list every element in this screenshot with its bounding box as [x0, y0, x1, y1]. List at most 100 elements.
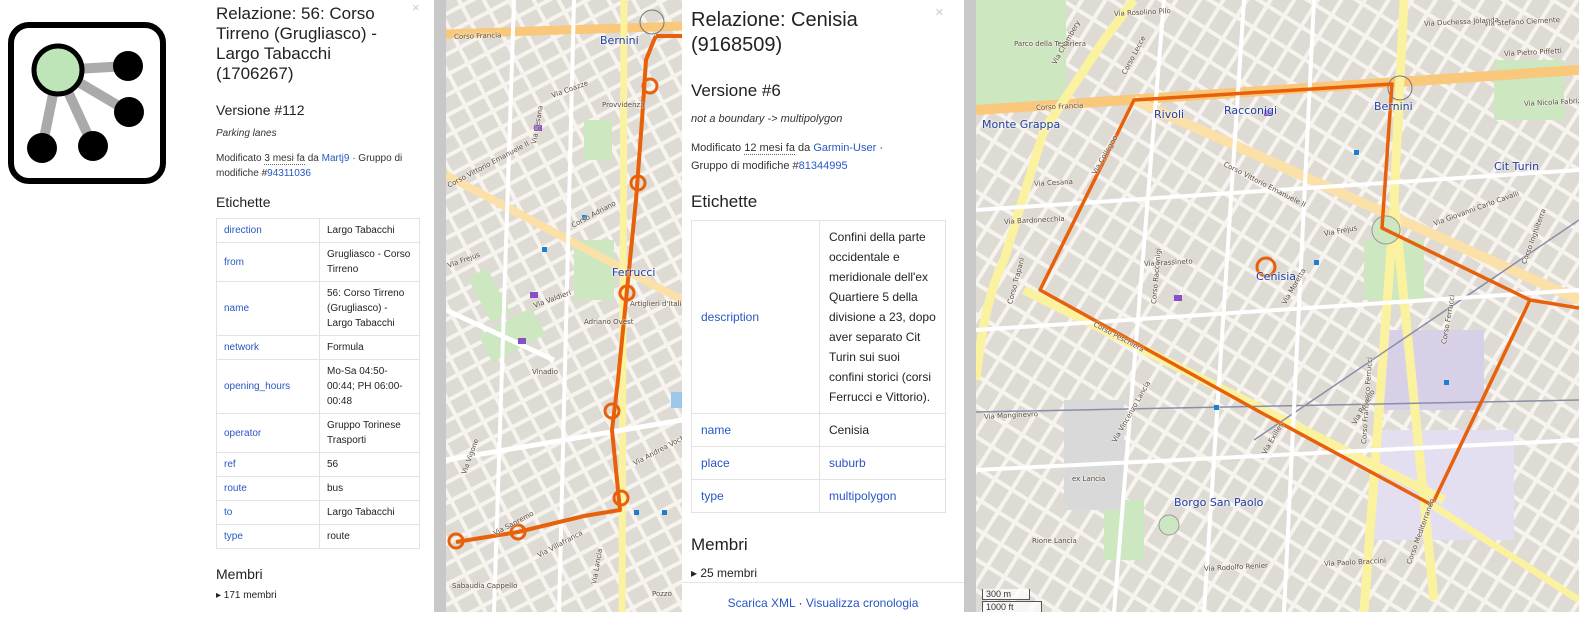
map-scrollbar[interactable]	[964, 0, 976, 612]
tag-key-link[interactable]: name	[691, 413, 820, 447]
version-heading: Versione #112	[216, 102, 305, 118]
changeset-comment: not a boundary -> multipolygon	[691, 113, 843, 125]
tag-value: Largo Tabacchi	[319, 500, 420, 525]
tag-row: description Confini della parte occidenta…	[691, 220, 946, 414]
map-label: Rione Lancia	[1032, 537, 1077, 545]
tag-value: Confini della parte occidentale e meridi…	[819, 220, 946, 414]
map-label: Racconigi	[1224, 104, 1278, 117]
map-scale-feet: 1000 ft	[982, 601, 1042, 612]
changeset-link[interactable]: 94311036	[267, 168, 311, 179]
map-label: Cenisia	[1256, 270, 1297, 283]
tag-row: operator Gruppo Torinese Trasporti	[216, 413, 420, 453]
tag-row: from Grugliasco - Corso Tirreno	[216, 242, 420, 282]
map-view-cenisia[interactable]: Corso Francia Rivoli Racconigi Bernini Monte…	[964, 0, 1579, 612]
members-heading: Membri	[216, 566, 263, 582]
map-scale-meters: 300 m	[982, 589, 1030, 600]
openstreetmap-relation-logo-icon	[8, 22, 166, 184]
tag-value-link[interactable]: route	[319, 524, 420, 549]
tags-table: direction Largo Tabacchi from Grugliasco - …	[216, 218, 420, 549]
map-label: Artiglieri d'Italia	[630, 300, 682, 308]
close-panel-button[interactable]: ×	[412, 0, 420, 15]
modified-prefix: Modificato	[216, 153, 265, 164]
user-link[interactable]: Martj9	[322, 153, 350, 164]
map-label: Borgo San Paolo	[1174, 496, 1264, 509]
map-label: Parco della Tesoriera	[1014, 40, 1087, 48]
map-label: Bernini	[1374, 100, 1413, 113]
tag-key-link[interactable]: to	[216, 500, 320, 525]
tag-row: type multipolygon	[691, 479, 946, 513]
tag-row: direction Largo Tabacchi	[216, 218, 420, 243]
tag-value: Cenisia	[819, 413, 946, 447]
map-label: Sabaudia Cappello	[452, 582, 518, 590]
tag-key-link[interactable]: direction	[216, 218, 320, 243]
tag-key-link[interactable]: name	[216, 281, 320, 336]
tags-heading: Etichette	[691, 192, 758, 211]
map-label: Corso Francia	[453, 31, 502, 41]
changeset-link[interactable]: 81344995	[799, 160, 848, 172]
close-panel-button[interactable]: ×	[935, 4, 944, 21]
map-label: ex Lancia	[1072, 475, 1106, 483]
map-view-route[interactable]: Corso Francia Bernini Provvidenza Via Coazz…	[434, 0, 682, 612]
tag-value-link[interactable]: multipolygon	[819, 479, 946, 513]
tag-row: to Largo Tabacchi	[216, 500, 420, 525]
tags-table: description Confini della parte occidenta…	[691, 220, 946, 513]
modified-time: 12 mesi fa	[744, 142, 795, 155]
tag-value: 56: Corso Tirreno (Grugliasco) - Largo T…	[319, 281, 420, 336]
tag-value: Gruppo Torinese Trasporti	[319, 413, 420, 453]
tag-row: opening_hours Mo-Sa 04:50-00:44; PH 06:00…	[216, 359, 420, 414]
tag-row: type route	[216, 524, 420, 549]
relation-sidebar-cenisia: × Relazione: Cenisia (9168509) Versione …	[682, 0, 964, 612]
footer-separator: ·	[795, 596, 806, 610]
map-label: Vinadio	[532, 368, 558, 376]
tag-value: Formula	[319, 335, 420, 360]
download-xml-link[interactable]: Scarica XML	[728, 596, 796, 610]
tag-key-link[interactable]: type	[216, 524, 320, 549]
tag-value-link[interactable]: suburb	[819, 446, 946, 480]
tag-value: Mo-Sa 04:50-00:44; PH 06:00-00:48	[319, 359, 420, 414]
map-label: Adriano Ovest	[584, 318, 634, 326]
by-text: da	[794, 142, 814, 154]
view-history-link[interactable]: Visualizza cronologia	[806, 596, 919, 610]
tag-key-link[interactable]: opening_hours	[216, 359, 320, 414]
user-link[interactable]: Garmin-User	[813, 142, 876, 154]
version-heading: Versione #6	[691, 81, 781, 100]
tag-row: ref 56	[216, 452, 420, 477]
panel-footer: Scarica XML · Visualizza cronologia	[682, 582, 964, 612]
tag-value: 56	[319, 452, 420, 477]
map-scrollbar[interactable]	[434, 0, 446, 612]
members-heading: Membri	[691, 535, 748, 554]
tag-key-link[interactable]: route	[216, 476, 320, 501]
modified-prefix: Modificato	[691, 142, 745, 154]
relation-title: Relazione: 56: Corso Tirreno (Grugliasco…	[216, 4, 377, 83]
tag-value-link[interactable]: bus	[319, 476, 420, 501]
modified-info: Modificato 3 mesi fa da Martj9 · Gruppo …	[216, 151, 412, 181]
map-label: Rivoli	[1154, 108, 1185, 121]
map-label: Cit Turin	[1494, 160, 1540, 173]
tag-key-link[interactable]: from	[216, 242, 320, 282]
tag-value: Largo Tabacchi	[319, 218, 420, 243]
tag-key-link[interactable]: description	[691, 220, 820, 414]
relation-title: Relazione: Cenisia (9168509)	[691, 9, 858, 56]
tag-key-link[interactable]: type	[691, 479, 820, 513]
tag-key-link[interactable]: network	[216, 335, 320, 360]
modified-info: Modificato 12 mesi fa da Garmin-User · G…	[691, 139, 921, 175]
tag-row: network Formula	[216, 335, 420, 360]
tag-row: name Cenisia	[691, 413, 946, 447]
tag-row: name 56: Corso Tirreno (Grugliasco) - Lar…	[216, 281, 420, 336]
members-toggle[interactable]: ▸ 171 membri	[216, 590, 432, 601]
tag-key-link[interactable]: operator	[216, 413, 320, 453]
map-label: Bernini	[600, 34, 639, 47]
map-canvas[interactable]	[964, 0, 1579, 612]
tags-heading: Etichette	[216, 194, 271, 210]
tag-row: place suburb	[691, 446, 946, 480]
changeset-comment: Parking lanes	[216, 128, 277, 139]
members-toggle[interactable]: ▸ 25 membri	[691, 566, 964, 580]
tag-row: route bus	[216, 476, 420, 501]
tag-key-link[interactable]: place	[691, 446, 820, 480]
tag-value: Grugliasco - Corso Tirreno	[319, 242, 420, 282]
relation-sidebar-route-56: × Relazione: 56: Corso Tirreno (Gruglias…	[210, 0, 432, 612]
map-label: Monte Grappa	[982, 118, 1061, 131]
map-label: Pozzo	[652, 590, 672, 598]
tag-key-link[interactable]: ref	[216, 452, 320, 477]
map-label: Ferrucci	[612, 266, 656, 279]
